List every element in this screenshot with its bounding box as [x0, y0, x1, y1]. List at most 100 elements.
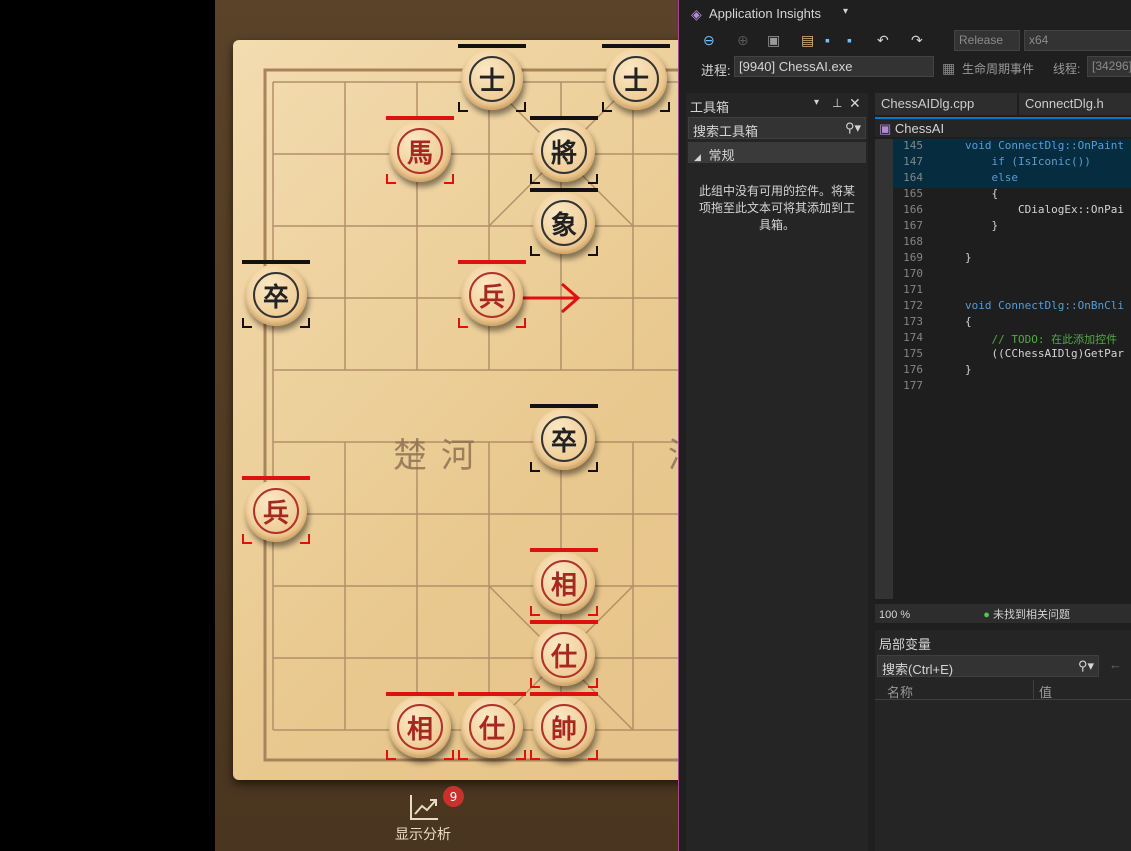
chess-board[interactable]: 楚河 漢 — [233, 40, 678, 780]
line-number: 164 — [903, 171, 923, 184]
code-line[interactable]: ((CChessAIDlg)GetPar — [965, 347, 1123, 360]
undo-icon[interactable]: ↶ — [877, 32, 889, 48]
trend-chart-icon[interactable] — [408, 792, 440, 822]
locals-search-input[interactable]: 搜索(Ctrl+E) ⚲▾ — [877, 655, 1099, 677]
chess-piece-red[interactable]: 仕 — [533, 624, 595, 686]
forward-arrow-icon[interactable]: ⊕ — [737, 32, 749, 48]
code-line[interactable]: if (IsIconic()) — [965, 155, 1090, 168]
collapse-triangle-icon: ◢ — [694, 152, 701, 162]
chess-app: 楚河 漢 士士馬將象卒兵卒兵相仕相仕帥 9 显示分析 — [215, 0, 678, 851]
line-number: 166 — [903, 203, 923, 216]
river-label-left: 楚河 — [393, 436, 489, 476]
show-analysis-button[interactable]: 显示分析 — [391, 824, 455, 844]
tab-chessaidlg-cpp[interactable]: ChessAIDlg.cpp — [875, 93, 1017, 115]
piece-label: 相 — [541, 560, 587, 606]
lifecycle-events-button[interactable]: 生命周期事件 — [962, 60, 1034, 77]
locals-search-placeholder: 搜索(Ctrl+E) — [882, 662, 954, 677]
configuration-dropdown[interactable]: Release — [954, 30, 1020, 51]
line-number: 167 — [903, 219, 923, 232]
thread-dropdown[interactable]: [34296] — [1087, 56, 1131, 77]
search-icon: ⚲▾ — [1077, 658, 1094, 673]
chess-piece-black[interactable]: 卒 — [245, 264, 307, 326]
class-icon: ▣ — [879, 121, 892, 136]
panel-menu-icon[interactable]: ▾ — [814, 97, 819, 108]
chess-piece-black[interactable]: 將 — [533, 120, 595, 182]
back-arrow-icon[interactable]: ⊖ — [703, 32, 715, 48]
toolbar-row-3: 进程: [9940] ChessAI.exe ▦ 生命周期事件 线程: [342… — [679, 55, 1131, 81]
application-insights-button[interactable]: Application Insights — [709, 6, 821, 21]
chess-piece-black[interactable]: 象 — [533, 192, 595, 254]
piece-label: 象 — [541, 200, 587, 246]
toolbox-group-label: 常规 — [708, 148, 735, 163]
redo-icon[interactable]: ↷ — [911, 32, 923, 48]
back-arrow-icon[interactable]: ← — [1109, 657, 1122, 672]
locals-title: 局部变量 — [879, 637, 932, 652]
navigation-class-name: ChessAI — [894, 121, 945, 136]
zoom-level-dropdown[interactable]: 100 % — [879, 609, 910, 621]
lifecycle-events-icon: ▦ — [942, 60, 956, 76]
line-number: 172 — [903, 299, 923, 312]
code-line[interactable]: { — [965, 315, 972, 328]
chess-piece-red[interactable]: 馬 — [389, 120, 451, 182]
locals-header-row: 名称 值 — [875, 680, 1131, 700]
platform-dropdown[interactable]: x64 — [1024, 30, 1131, 51]
piece-label: 兵 — [253, 488, 299, 534]
new-project-icon[interactable]: ▣ — [767, 32, 780, 48]
chess-piece-red[interactable]: 兵 — [461, 264, 523, 326]
code-line[interactable]: CDialogEx::OnPai — [965, 203, 1124, 216]
code-line[interactable]: { — [965, 187, 998, 200]
save-all-icon[interactable]: ▪ — [847, 32, 852, 48]
chess-piece-red[interactable]: 兵 — [245, 480, 307, 542]
toolbox-panel: 工具箱 ▾ ⊥ ✕ 搜索工具箱 ⚲▾ ◢ 常规 此组中没有可用的控件。将某项拖至… — [686, 93, 868, 851]
toolbox-title: 工具箱 — [690, 100, 730, 115]
save-icon[interactable]: ▪ — [825, 32, 830, 48]
chess-piece-red[interactable]: 相 — [533, 552, 595, 614]
visual-studio-window: ◈ Application Insights ▾ ⊖ ⊕ ▣ ▤ ▪ ▪ ↶ ↷… — [678, 0, 1131, 851]
column-name[interactable]: 名称 — [887, 682, 913, 701]
code-line[interactable]: // TODO: 在此添加控件 — [965, 331, 1117, 347]
river-label-right: 漢 — [668, 428, 678, 477]
lightbulb-icon: ◈ — [691, 6, 702, 22]
chess-piece-black[interactable]: 士 — [461, 48, 523, 110]
check-icon: ● — [983, 609, 990, 621]
chess-piece-red[interactable]: 相 — [389, 696, 451, 758]
code-line[interactable]: } — [965, 251, 972, 264]
issues-status[interactable]: 未找到相关问题 — [993, 609, 1070, 621]
piece-label: 兵 — [469, 272, 515, 318]
column-divider[interactable] — [1033, 680, 1034, 700]
code-line[interactable]: else — [965, 171, 1018, 184]
toolbox-search-placeholder: 搜索工具箱 — [693, 124, 759, 139]
piece-label: 卒 — [541, 416, 587, 462]
code-editor: ChessAIDlg.cpp ConnectDlg.h ▣ ChessAI 14… — [875, 93, 1131, 623]
code-line[interactable]: void ConnectDlg::OnPaint — [965, 139, 1124, 152]
board-grid — [263, 68, 678, 762]
editor-status-bar: 100 % ● 未找到相关问题 — [875, 604, 1131, 623]
toolbar-row-1: ◈ Application Insights ▾ — [679, 0, 1131, 28]
piece-label: 士 — [469, 56, 515, 102]
code-line[interactable]: } — [965, 363, 972, 376]
chess-piece-red[interactable]: 仕 — [461, 696, 523, 758]
open-folder-icon[interactable]: ▤ — [801, 32, 814, 48]
chess-piece-black[interactable]: 士 — [605, 48, 667, 110]
chevron-down-icon[interactable]: ▾ — [843, 6, 848, 17]
code-line[interactable]: } — [965, 219, 998, 232]
close-icon[interactable]: ✕ — [849, 95, 861, 112]
code-line[interactable]: void ConnectDlg::OnBnCli — [965, 299, 1124, 312]
toolbox-empty-message: 此组中没有可用的控件。将某项拖至此文本可将其添加到工具箱。 — [698, 184, 855, 232]
toolbox-search-input[interactable]: 搜索工具箱 ⚲▾ — [688, 117, 866, 139]
piece-label: 仕 — [541, 632, 587, 678]
chess-piece-black[interactable]: 卒 — [533, 408, 595, 470]
chess-piece-red[interactable]: 帥 — [533, 696, 595, 758]
piece-label: 馬 — [397, 128, 443, 174]
line-number: 147 — [903, 155, 923, 168]
navigation-bar[interactable]: ▣ ChessAI — [875, 117, 1131, 137]
line-number: 174 — [903, 331, 923, 344]
line-number: 177 — [903, 379, 923, 392]
toolbox-group-general[interactable]: ◢ 常规 — [688, 142, 866, 163]
line-number: 173 — [903, 315, 923, 328]
process-dropdown[interactable]: [9940] ChessAI.exe — [734, 56, 934, 77]
pin-icon[interactable]: ⊥ — [832, 96, 842, 110]
tab-connectdlg-h[interactable]: ConnectDlg.h — [1019, 93, 1131, 115]
line-number: 176 — [903, 363, 923, 376]
locals-panel: 局部变量 搜索(Ctrl+E) ⚲▾ ← 名称 值 — [875, 630, 1131, 851]
